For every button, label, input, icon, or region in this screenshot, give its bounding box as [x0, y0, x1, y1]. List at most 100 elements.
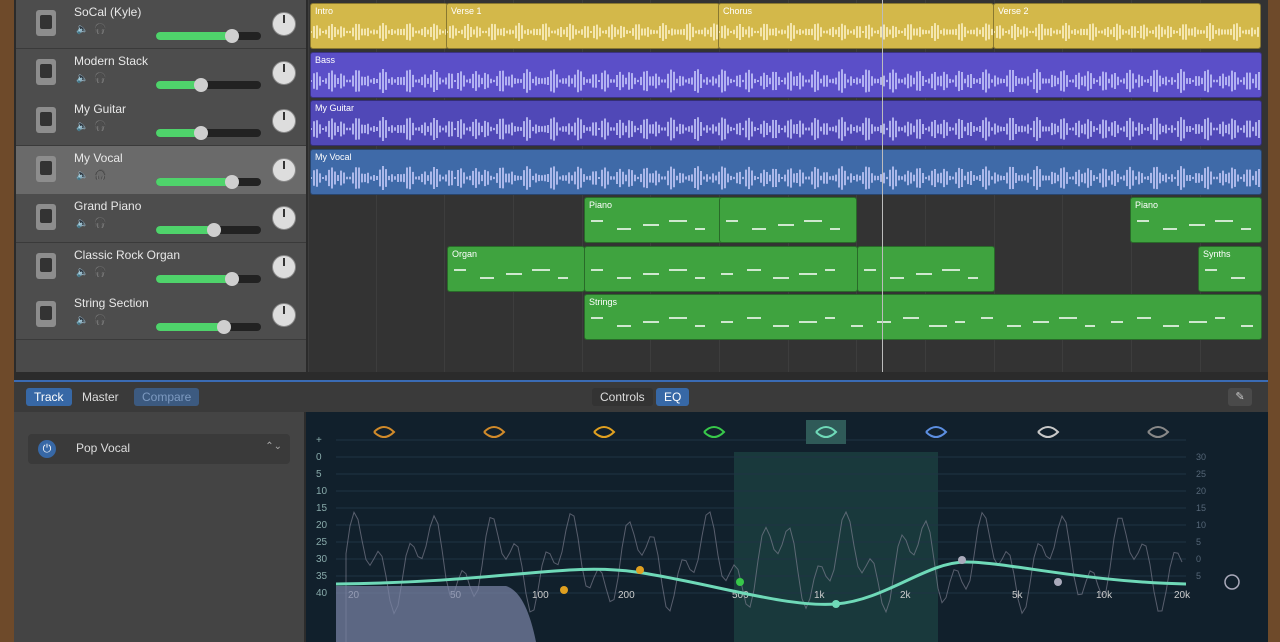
track-region[interactable]: Strings	[584, 294, 1262, 340]
track-region[interactable]	[719, 197, 857, 243]
volume-thumb[interactable]	[194, 77, 208, 92]
pan-knob[interactable]	[272, 206, 296, 230]
track-header[interactable]: SoCal (Kyle) 🔈 🎧	[16, 0, 306, 49]
headphones-icon[interactable]: 🎧	[94, 218, 106, 230]
pan-knob[interactable]	[272, 303, 296, 327]
track-headers: SoCal (Kyle) 🔈 🎧 Modern Stack 🔈 🎧 My Guitar 🔈 🎧 M…	[16, 0, 306, 372]
eq-freq-label: 2k	[900, 590, 912, 601]
headphones-icon[interactable]: 🎧	[94, 121, 106, 133]
track-region[interactable]: My Vocal	[310, 148, 1262, 195]
midi-notes	[454, 268, 568, 279]
plugin-pane: ⏻ Pop Vocal ⌃⌄	[14, 412, 304, 642]
track-region[interactable]: Piano	[1130, 197, 1262, 243]
eq-graph[interactable]: +051015202530354030252015105052050100200…	[306, 412, 1268, 642]
mute-icon[interactable]: 🔈	[76, 218, 88, 230]
tab-controls[interactable]: Controls	[592, 388, 653, 406]
tab-track[interactable]: Track	[26, 388, 72, 406]
pan-knob[interactable]	[272, 12, 296, 36]
editor-toolbar: Track Master Compare Controls EQ ✎	[14, 382, 1268, 412]
preset-selector[interactable]: ⏻ Pop Vocal ⌃⌄	[28, 434, 290, 464]
mute-icon[interactable]: 🔈	[76, 121, 88, 133]
track-header[interactable]: My Guitar 🔈 🎧	[16, 97, 306, 146]
bell-band-2-icon[interactable]	[703, 426, 726, 438]
tab-master[interactable]: Master	[74, 388, 127, 406]
volume-slider[interactable]	[156, 174, 261, 189]
track-region[interactable]: Chorus	[718, 3, 994, 49]
compare-button[interactable]: Compare	[134, 388, 200, 406]
midi-notes	[591, 317, 1253, 327]
volume-slider[interactable]	[156, 223, 261, 237]
headphones-icon[interactable]: 🎧	[94, 73, 106, 85]
eq-freq-label: 20k	[1174, 590, 1191, 601]
preset-name: Pop Vocal	[76, 441, 131, 455]
region-label: Piano	[589, 200, 613, 210]
region-label: My Guitar	[315, 103, 355, 113]
eq-freq-label: 10k	[1096, 590, 1113, 601]
volume-thumb[interactable]	[207, 223, 221, 237]
mute-icon[interactable]: 🔈	[76, 315, 88, 327]
tab-eq[interactable]: EQ	[656, 388, 690, 406]
track-header[interactable]: String Section 🔈 🎧	[16, 291, 306, 340]
volume-thumb[interactable]	[225, 29, 239, 43]
pan-knob[interactable]	[272, 254, 296, 279]
headphones-icon[interactable]: 🎧	[94, 24, 106, 36]
volume-fill	[156, 226, 214, 234]
volume-slider[interactable]	[156, 320, 261, 334]
bell-band-1-icon[interactable]	[593, 426, 616, 438]
track-name: My Guitar	[74, 102, 127, 116]
low-cut-icon[interactable]	[373, 426, 396, 438]
track-header[interactable]: My Vocal 🔈 🎧	[16, 145, 306, 195]
track-header[interactable]: Classic Rock Organ 🔈 🎧	[16, 242, 306, 292]
track-region[interactable]	[857, 245, 995, 292]
tracks-area[interactable]: Intro Verse 1 Chorus Verse 2 Bass My Guitar My…	[308, 0, 1268, 372]
volume-slider[interactable]	[156, 77, 261, 92]
track-header[interactable]: Grand Piano 🔈 🎧	[16, 194, 306, 243]
pan-knob[interactable]	[272, 157, 296, 182]
volume-thumb[interactable]	[225, 174, 239, 189]
playhead[interactable]	[882, 0, 883, 372]
band-highlight	[734, 452, 938, 642]
pan-knob[interactable]	[272, 109, 296, 133]
region-label: Strings	[589, 297, 618, 307]
headphones-icon[interactable]: 🎧	[94, 170, 106, 182]
volume-thumb[interactable]	[194, 126, 208, 140]
headphones-icon[interactable]: 🎧	[94, 315, 106, 327]
guitar-amp-icon	[30, 103, 62, 137]
track-name: My Vocal	[74, 150, 123, 165]
pencil-icon[interactable]: ✎	[1228, 388, 1252, 406]
track-region[interactable]: Organ	[447, 245, 585, 292]
pan-knob[interactable]	[272, 60, 296, 85]
high-cut-icon[interactable]	[1147, 426, 1170, 438]
track-region[interactable]: Intro	[310, 3, 448, 49]
volume-thumb[interactable]	[217, 320, 231, 334]
eq-freq-label: 200	[618, 590, 635, 601]
region-label: Chorus	[723, 6, 753, 16]
eq-display[interactable]: +051015202530354030252015105052050100200…	[306, 412, 1268, 642]
track-region[interactable]	[584, 245, 858, 292]
track-region[interactable]: Synths	[1198, 245, 1262, 292]
mute-icon[interactable]: 🔈	[76, 24, 88, 36]
track-region[interactable]: Verse 2	[993, 3, 1261, 49]
track-region[interactable]: Bass	[310, 51, 1262, 98]
track-region[interactable]: Verse 1	[446, 3, 720, 49]
high-shelf-icon[interactable]	[1037, 426, 1060, 438]
bell-band-4-icon[interactable]	[925, 426, 948, 438]
grand-piano-icon	[30, 200, 62, 234]
volume-fill	[156, 323, 224, 331]
volume-slider[interactable]	[156, 126, 261, 140]
low-shelf-icon[interactable]	[483, 426, 506, 438]
power-icon[interactable]: ⏻	[38, 440, 56, 458]
bell-band-3-icon[interactable]	[806, 420, 846, 444]
mute-icon[interactable]: 🔈	[76, 73, 88, 85]
volume-slider[interactable]	[156, 29, 261, 43]
region-label: Verse 1	[451, 6, 482, 16]
mute-icon[interactable]: 🔈	[76, 267, 88, 279]
track-header[interactable]: Modern Stack 🔈 🎧	[16, 48, 306, 98]
waveform	[311, 68, 1260, 93]
mute-icon[interactable]: 🔈	[76, 170, 88, 182]
track-region[interactable]: My Guitar	[310, 100, 1262, 146]
region-label: Verse 2	[998, 6, 1029, 16]
headphones-icon[interactable]: 🎧	[94, 267, 106, 279]
volume-slider[interactable]	[156, 271, 261, 286]
volume-thumb[interactable]	[225, 271, 239, 286]
